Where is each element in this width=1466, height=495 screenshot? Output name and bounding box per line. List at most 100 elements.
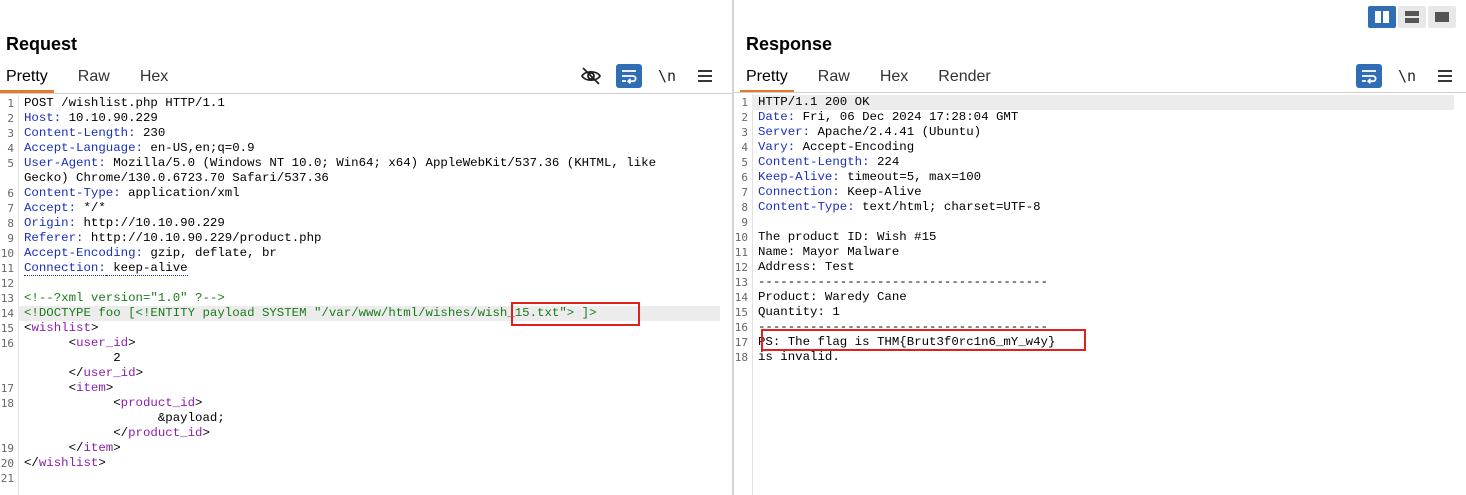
code-segment: > [90, 321, 99, 335]
line-number: 4 [741, 141, 748, 154]
line-number: 19 [0, 442, 14, 455]
tab-raw[interactable]: Raw [72, 66, 116, 90]
header-name: Keep-Alive: [758, 170, 840, 184]
tab-hex[interactable]: Hex [134, 66, 174, 90]
line-number: 15 [734, 306, 748, 319]
line-number: 21 [0, 472, 14, 485]
line-number: 10 [0, 247, 14, 260]
code-segment: HTTP/1.1 200 OK [758, 95, 870, 109]
header-name: Connection: [24, 261, 106, 276]
code-segment: > [128, 336, 136, 350]
code-line: 10 Accept-Encoding: gzip, deflate, br [0, 246, 720, 261]
code-text: Product: Waredy Cane [752, 290, 1454, 305]
request-tabs: Pretty Raw Hex [0, 66, 192, 93]
request-pane: Request Pretty Raw Hex \n 1 POST /wishli… [0, 0, 732, 495]
eye-slash-icon[interactable] [578, 64, 604, 88]
code-text: <product_id> [18, 396, 720, 411]
response-code: 1 HTTP/1.1 200 OK 2 Date: Fri, 06 Dec 2024 … [734, 95, 1454, 365]
split-rows-icon[interactable] [1398, 6, 1426, 28]
code-line: 6 Keep-Alive: timeout=5, max=100 [734, 170, 1454, 185]
code-segment: </ [24, 441, 84, 455]
code-line: 11 Connection: keep-alive [0, 261, 720, 276]
wrap-lines-icon[interactable] [616, 64, 642, 88]
line-number: 4 [7, 142, 14, 155]
code-text: Server: Apache/2.4.41 (Ubuntu) [752, 125, 1454, 140]
code-line: 19 </item> [0, 441, 720, 456]
tab-hex[interactable]: Hex [874, 66, 914, 90]
code-segment: > [105, 381, 114, 395]
code-segment: http://10.10.90.229/product.php [83, 231, 322, 245]
code-text: The product ID: Wish #15 [752, 230, 1454, 245]
tabs-divider [0, 93, 732, 94]
code-text: <item> [18, 381, 720, 396]
code-line: 7 Accept: */* [0, 201, 720, 216]
code-line: 9 Referer: http://10.10.90.229/product.ph… [0, 231, 720, 246]
hamburger-menu-icon[interactable] [692, 64, 718, 88]
request-editor[interactable]: 1 POST /wishlist.php HTTP/1.1 2 Host: 10.10… [0, 95, 732, 495]
tab-pretty[interactable]: Pretty [0, 66, 54, 93]
tab-render[interactable]: Render [932, 66, 996, 90]
code-segment: < [24, 396, 121, 410]
code-text: Vary: Accept-Encoding [752, 140, 1454, 155]
code-text: Name: Mayor Malware [752, 245, 1454, 260]
code-segment: &payload; [24, 411, 225, 425]
code-line: 13 --------------------------------------… [734, 275, 1454, 290]
code-segment: --------------------------------------- [758, 275, 1048, 289]
newline-toggle[interactable]: \n [1394, 64, 1420, 88]
header-name: Content-Type: [24, 186, 121, 200]
code-line: 10 The product ID: Wish #15 [734, 230, 1454, 245]
hamburger-menu-icon[interactable] [1432, 64, 1458, 88]
response-editor[interactable]: 1 HTTP/1.1 200 OK 2 Date: Fri, 06 Dec 2024 … [734, 94, 1466, 495]
header-name: Accept: [24, 201, 77, 215]
line-number: 8 [7, 217, 14, 230]
wrap-lines-icon[interactable] [1356, 64, 1382, 88]
code-segment: Name: Mayor Malware [758, 245, 900, 259]
line-number: 16 [734, 321, 748, 334]
line-number: 5 [7, 157, 14, 170]
code-line: 12 Address: Test [734, 260, 1454, 275]
header-name: User-Agent: [24, 156, 106, 170]
code-segment: application/xml [120, 186, 240, 200]
line-number: 11 [0, 262, 14, 275]
xml-tag-name: product_id [128, 426, 203, 440]
split-columns-icon[interactable] [1368, 6, 1396, 28]
line-number: 1 [7, 97, 14, 110]
code-line: 16 <user_id> [0, 336, 720, 351]
line-number: 9 [741, 216, 748, 229]
code-text: Content-Type: text/html; charset=UTF-8 [752, 200, 1454, 215]
line-number [0, 426, 18, 441]
newline-toggle[interactable]: \n [654, 64, 680, 88]
line-number: 8 [741, 201, 748, 214]
code-text: </product_id> [18, 426, 720, 441]
code-text: Origin: http://10.10.90.229 [18, 216, 720, 231]
header-name: Content-Type: [758, 200, 855, 214]
single-pane-icon[interactable] [1428, 6, 1456, 28]
xml-tag-name: item [76, 381, 106, 395]
code-line: Gecko) Chrome/130.0.6723.70 Safari/537.3… [0, 171, 720, 186]
code-text: Accept-Encoding: gzip, deflate, br [18, 246, 720, 261]
code-text: POST /wishlist.php HTTP/1.1 [18, 96, 720, 111]
request-toolbar: \n [578, 64, 718, 88]
code-segment: Quantity: 1 [758, 305, 840, 319]
code-line: 5 User-Agent: Mozilla/5.0 (Windows NT 10.… [0, 156, 720, 171]
code-segment: 224 [869, 155, 900, 169]
xml-tag-name: user_id [76, 336, 129, 350]
header-name: Accept-Language: [24, 141, 143, 155]
code-segment: < [24, 381, 77, 395]
tab-raw[interactable]: Raw [812, 66, 856, 90]
code-segment: Gecko) Chrome/130.0.6723.70 Safari/537.3… [24, 171, 329, 185]
line-number: 12 [734, 261, 748, 274]
code-text: User-Agent: Mozilla/5.0 (Windows NT 10.0… [18, 156, 720, 171]
highlight-box-flag [761, 329, 1086, 351]
code-segment: Apache/2.4.41 (Ubuntu) [810, 125, 982, 139]
line-number: 7 [741, 186, 748, 199]
header-name: Connection: [758, 185, 840, 199]
code-text: Referer: http://10.10.90.229/product.php [18, 231, 720, 246]
code-line: 18 <product_id> [0, 396, 720, 411]
code-segment: timeout=5, max=100 [839, 170, 982, 184]
request-code: 1 POST /wishlist.php HTTP/1.1 2 Host: 10.10… [0, 96, 720, 486]
tab-pretty[interactable]: Pretty [740, 66, 794, 93]
